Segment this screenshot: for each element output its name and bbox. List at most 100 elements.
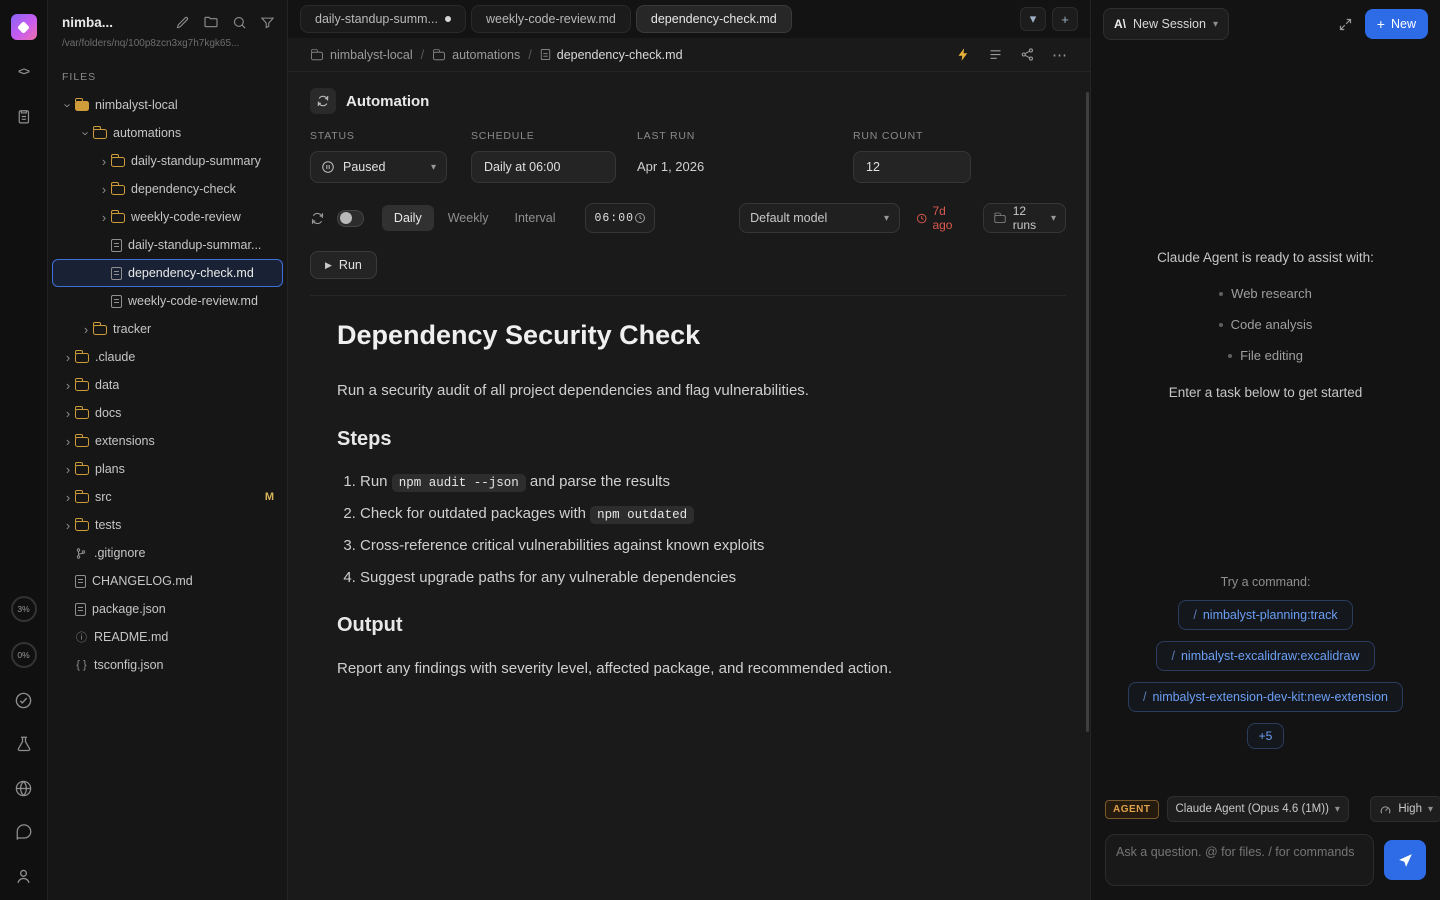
tree-item-folder[interactable]: docs [52,399,283,427]
agent-config-row: AGENT Claude Agent (Opus 4.6 (1M)) ▾ Hig… [1105,796,1426,822]
time-input[interactable]: 06:00 [585,203,655,233]
tree-item-folder[interactable]: tests [52,511,283,539]
bullet-dot [1219,292,1223,296]
document-title: Dependency Security Check [337,320,990,351]
tree-item-folder[interactable]: .claude [52,343,283,371]
tab-list-button[interactable]: ▾ [1020,7,1046,31]
tree-item-folder[interactable]: plans [52,455,283,483]
new-session-button[interactable]: + New [1365,9,1428,39]
globe-icon[interactable] [11,776,37,800]
schedule-controls: Daily Weekly Interval 06:00 Default mode… [310,203,1066,233]
session-dropdown[interactable]: A\ New Session ▾ [1103,8,1229,40]
tree-item-file[interactable]: package.json [52,595,283,623]
status-dropdown[interactable]: Paused ▾ [310,151,447,183]
new-tab-button[interactable]: + [1052,7,1078,31]
command-chip[interactable]: /nimbalyst-excalidraw:excalidraw [1156,641,1374,671]
check-circle-icon[interactable] [11,688,37,712]
automation-title: Automation [346,93,429,110]
sync-icon[interactable] [310,211,325,226]
sidebar: nimba... /var/folders/nq/100p8zcn3xg7h7k… [48,0,288,900]
editor-scrollbar[interactable] [1086,92,1089,732]
more-options-icon[interactable]: ⋯ [1052,46,1068,64]
tab-weekly-code-review[interactable]: weekly-code-review.md [471,5,631,33]
tasks-icon[interactable] [11,104,37,128]
schedule-enabled-toggle[interactable] [337,210,364,227]
tree-item-file[interactable]: weekly-code-review.md [52,287,283,315]
step-item: Suggest upgrade paths for any vulnerable… [360,567,990,589]
run-count-field: RUN COUNT 12 [853,130,971,183]
chat-input[interactable] [1105,834,1374,886]
cpu-usage-indicator[interactable]: 3% [11,596,37,622]
braces-icon: { } [75,659,88,671]
tree-item-folder[interactable]: weekly-code-review [52,203,283,231]
model-select[interactable]: Default model ▾ [739,203,900,233]
logo-glyph [17,21,30,34]
tab-daily-standup-summary[interactable]: daily-standup-summ... [300,5,466,33]
breadcrumb-item-current[interactable]: dependency-check.md [540,48,683,62]
folder-open-icon[interactable] [203,14,219,30]
tree-item-file[interactable]: ⓘREADME.md [52,623,283,651]
chat-input-row [1105,834,1426,886]
model-dropdown[interactable]: Claude Agent (Opus 4.6 (1M)) ▾ [1167,796,1349,822]
editor-content: Automation STATUS Paused ▾ SCHEDULE Dail… [288,72,1090,900]
run-button[interactable]: ▶ Run [310,251,377,279]
tab-dependency-check[interactable]: dependency-check.md [636,5,792,33]
tree-item-file[interactable]: daily-standup-summar... [52,231,283,259]
search-icon[interactable] [232,15,247,30]
tree-item-file[interactable]: .gitignore [52,539,283,567]
frequency-daily[interactable]: Daily [382,205,434,231]
file-icon [541,49,550,60]
chevron-down-icon: ▾ [1051,213,1056,224]
automation-panel: Automation STATUS Paused ▾ SCHEDULE Dail… [310,88,1066,296]
tree-item-file-selected[interactable]: dependency-check.md [52,259,283,287]
command-chip[interactable]: /nimbalyst-planning:track [1178,600,1352,630]
breadcrumb-item[interactable]: automations [432,48,520,62]
chat-textarea[interactable] [1116,843,1363,877]
schedule-value[interactable]: Daily at 06:00 [471,151,616,183]
last-run-value: Apr 1, 2026 [637,151,803,183]
code-icon[interactable]: <> [11,60,37,84]
chat-icon[interactable] [11,820,37,844]
breadcrumb-item[interactable]: nimbalyst-local [310,48,413,62]
folder-icon [75,101,89,111]
frequency-interval[interactable]: Interval [502,205,567,231]
outline-icon[interactable] [988,47,1003,62]
tree-item-file[interactable]: { }tsconfig.json [52,651,283,679]
bullet-dot [1219,323,1223,327]
main-editor: daily-standup-summ... weekly-code-review… [288,0,1090,900]
tree-item-folder[interactable]: dependency-check [52,175,283,203]
run-count-value[interactable]: 12 [853,151,971,183]
effort-dropdown[interactable]: High ▾ [1370,796,1440,822]
flask-icon[interactable] [11,732,37,756]
inline-code: npm audit --json [392,474,526,492]
command-chip[interactable]: /nimbalyst-extension-dev-kit:new-extensi… [1128,682,1403,712]
filter-icon[interactable] [260,15,275,30]
chevron-right-icon [61,519,75,532]
edit-icon[interactable] [175,15,190,30]
share-icon[interactable] [1020,47,1035,62]
tab-actions: ▾ + [1020,7,1078,31]
automation-bolt-icon[interactable] [956,47,971,62]
tree-item-folder[interactable]: daily-standup-summary [52,147,283,175]
clock-icon [634,212,646,224]
automation-fields: STATUS Paused ▾ SCHEDULE Daily at 06:00 … [310,130,1066,183]
runs-dropdown[interactable]: 12 runs ▾ [983,203,1066,233]
memory-usage-indicator[interactable]: 0% [11,642,37,668]
expand-icon[interactable] [1338,17,1353,32]
tree-item-folder[interactable]: tracker [52,315,283,343]
user-icon[interactable] [11,864,37,888]
play-icon: ▶ [325,260,332,271]
tree-item-folder[interactable]: nimbalyst-local [52,91,283,119]
chevron-right-icon [61,491,75,504]
more-commands-chip[interactable]: +5 [1247,723,1285,749]
send-button[interactable] [1384,840,1426,880]
tree-item-folder[interactable]: automations [52,119,283,147]
tree-item-folder[interactable]: srcM [52,483,283,511]
assistant-panel: A\ New Session ▾ + New Claude Agent is r… [1090,0,1440,900]
clock-alert-icon [916,212,927,225]
app-logo[interactable] [11,14,37,40]
tree-item-file[interactable]: CHANGELOG.md [52,567,283,595]
frequency-weekly[interactable]: Weekly [436,205,501,231]
tree-item-folder[interactable]: extensions [52,427,283,455]
tree-item-folder[interactable]: data [52,371,283,399]
